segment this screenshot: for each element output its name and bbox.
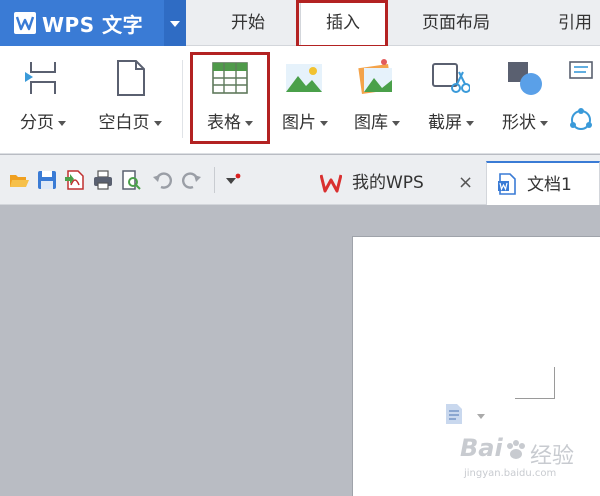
save-icon[interactable] — [36, 169, 58, 191]
picture-button[interactable]: 图片 — [274, 46, 336, 150]
textbox-icon[interactable] — [566, 60, 596, 84]
page-break-button[interactable]: 分页 — [8, 46, 78, 150]
picture-icon — [286, 64, 322, 92]
gallery-label: 图库 — [346, 108, 408, 133]
quick-access-bar: 我的WPS × 文档1 — [0, 155, 600, 205]
doc-tab-my-wps[interactable]: 我的WPS × — [314, 161, 486, 205]
watermark-url: jingyan.baidu.com — [464, 468, 557, 479]
wps-logo-red-icon — [320, 174, 342, 193]
quickbar-separator — [214, 167, 215, 193]
page-break-label: 分页 — [8, 108, 78, 133]
shapes-label: 形状 — [492, 108, 558, 133]
app-menu-button[interactable]: WPS 文字 — [0, 0, 186, 46]
print-icon[interactable] — [92, 169, 114, 191]
page-margin-corner-mark — [515, 367, 555, 399]
tab-page-layout[interactable]: 页面布局 — [400, 0, 512, 46]
doc-tab-document1-label: 文档1 — [527, 175, 572, 195]
wps-w-logo-icon — [14, 12, 36, 34]
screenshot-button[interactable]: 截屏 — [418, 46, 484, 150]
picture-label: 图片 — [274, 108, 336, 133]
open-folder-icon[interactable] — [8, 169, 30, 191]
paragraph-layout-dropdown-icon[interactable] — [477, 414, 485, 419]
screenshot-label: 截屏 — [418, 108, 484, 133]
baidu-paw-icon — [507, 440, 525, 459]
ribbon-separator — [182, 60, 183, 138]
word-document-icon — [498, 173, 516, 195]
screenshot-scissors-icon — [432, 63, 470, 93]
title-bar: WPS 文字 开始 插入 页面布局 引用 — [0, 0, 600, 48]
watermark-cn: 经验 — [530, 444, 575, 469]
watermark-brand: Bai — [460, 434, 503, 462]
close-tab-icon[interactable]: × — [458, 161, 473, 205]
gallery-icon — [358, 59, 392, 94]
insert-tab-highlight-box — [296, 0, 388, 48]
app-name: WPS 文字 — [42, 13, 144, 37]
table-button-highlight-box — [190, 52, 270, 144]
undo-icon[interactable] — [152, 169, 174, 191]
customize-dropdown-icon[interactable] — [222, 169, 244, 191]
doc-tab-my-wps-label: 我的WPS — [352, 173, 424, 193]
shapes-icon — [508, 62, 542, 95]
baidu-jingyan-watermark: Bai 经验 jingyan.baidu.com — [460, 434, 590, 486]
shapes-button[interactable]: 形状 — [492, 46, 558, 150]
tab-references[interactable]: 引用 — [540, 0, 600, 46]
blank-page-label: 空白页 — [86, 108, 174, 133]
gallery-button[interactable]: 图库 — [346, 46, 408, 150]
page-break-icon — [25, 62, 56, 94]
redo-icon[interactable] — [180, 169, 202, 191]
blank-page-icon — [117, 60, 145, 96]
app-menu-dropdown[interactable] — [164, 0, 186, 46]
tab-home[interactable]: 开始 — [210, 0, 286, 46]
paragraph-layout-icon[interactable] — [443, 402, 465, 426]
smartart-icon[interactable] — [566, 106, 596, 134]
ribbon-insert: 分页 空白页 表格 图片 图库 截屏 形状 — [0, 46, 600, 154]
doc-tab-document1[interactable]: 文档1 — [486, 161, 600, 205]
export-pdf-icon[interactable] — [64, 169, 86, 191]
blank-page-button[interactable]: 空白页 — [86, 46, 174, 150]
print-preview-icon[interactable] — [120, 169, 142, 191]
